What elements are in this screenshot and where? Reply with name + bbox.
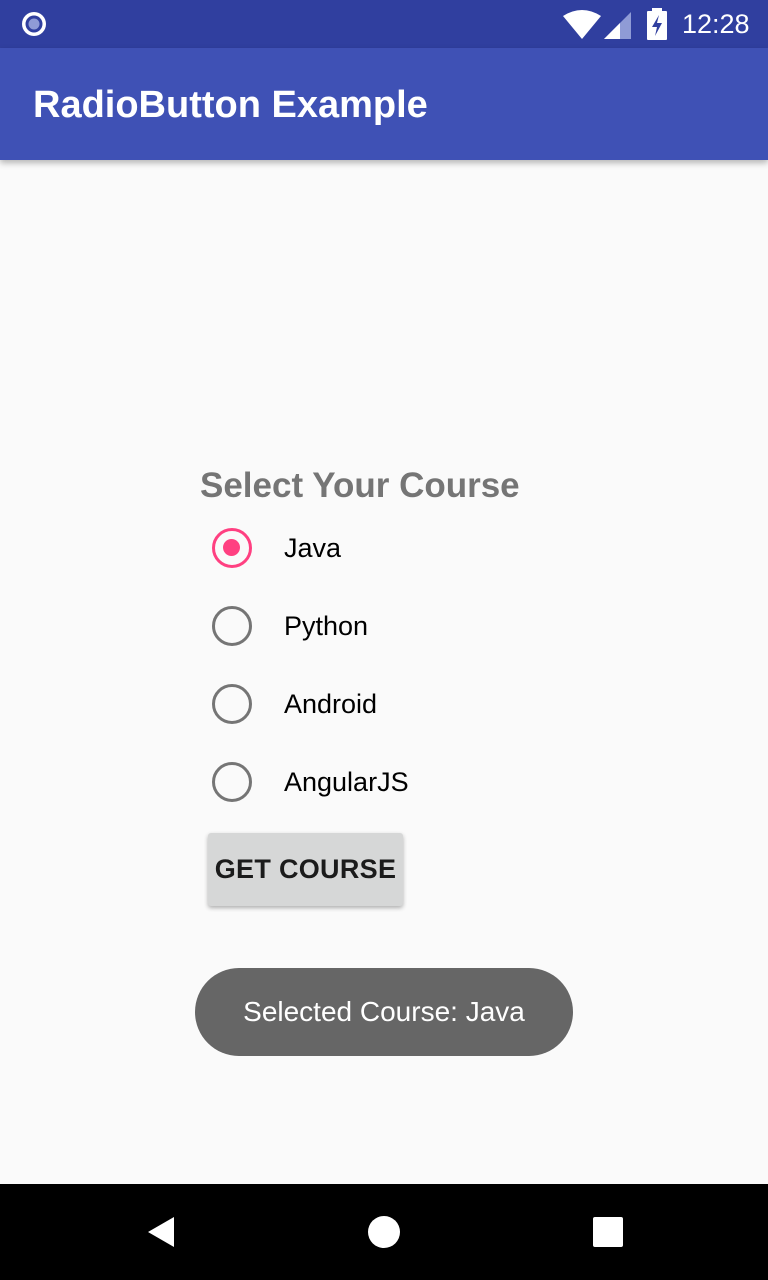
recents-icon[interactable] (584, 1208, 632, 1256)
radio-checked-icon[interactable] (212, 528, 252, 568)
radio-option-java[interactable]: Java (200, 513, 520, 585)
toast-text: Selected Course: Java (243, 996, 525, 1027)
radio-label: Android (284, 689, 378, 719)
radio-dot (223, 539, 240, 556)
radio-label: Java (284, 533, 342, 563)
navigation-bar (0, 1184, 768, 1280)
radio-unchecked-icon[interactable] (212, 606, 252, 646)
radio-option-android[interactable]: Android (200, 669, 520, 741)
cell-signal-icon (604, 12, 631, 39)
wifi-icon (563, 10, 601, 39)
radio-unchecked-icon[interactable] (212, 684, 252, 724)
battery-charging-icon (647, 8, 667, 40)
radio-group-title: Select Your Course (200, 466, 520, 505)
main-content: Select Your Course Java Python Android A… (0, 160, 768, 1184)
radio-unchecked-icon[interactable] (212, 762, 252, 802)
app-bar: RadioButton Example (0, 48, 768, 160)
radio-option-python[interactable]: Python (200, 591, 520, 663)
toast-message: Selected Course: Java (195, 968, 573, 1056)
get-course-button-label: GET COURSE (214, 854, 397, 884)
back-icon[interactable] (136, 1208, 184, 1256)
notification-dot-icon (22, 12, 46, 36)
status-bar: 12:28 (0, 0, 768, 48)
status-time: 12:28 (682, 9, 750, 39)
app-title: RadioButton Example (33, 84, 428, 126)
radio-label: AngularJS (284, 767, 409, 797)
home-icon[interactable] (360, 1208, 408, 1256)
get-course-button[interactable]: GET COURSE (208, 833, 403, 906)
radio-option-angularjs[interactable]: AngularJS (200, 747, 520, 819)
radio-label: Python (284, 611, 369, 641)
